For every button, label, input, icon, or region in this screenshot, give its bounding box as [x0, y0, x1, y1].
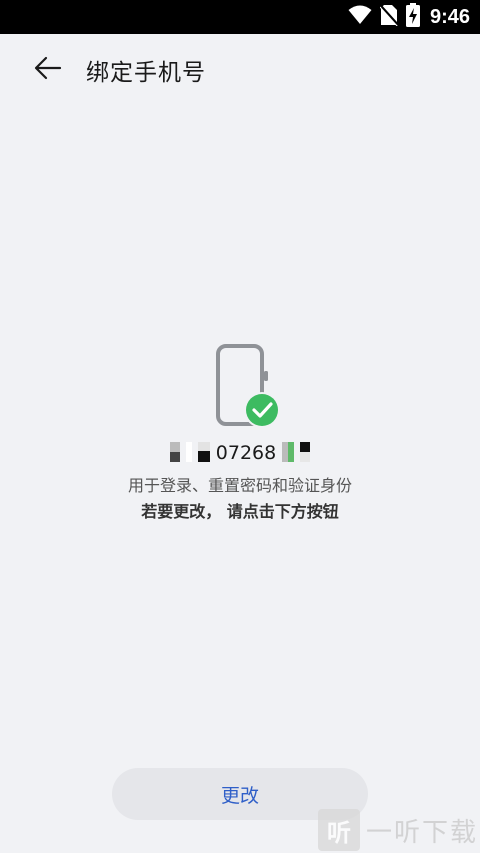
masked-digit	[197, 442, 210, 462]
status-bar: 9:46	[0, 0, 480, 34]
phone-digits: 07268	[215, 442, 277, 464]
status-icons: 9:46	[348, 3, 470, 31]
battery-charging-icon	[405, 3, 420, 31]
masked-digit	[185, 442, 192, 462]
back-button[interactable]	[28, 50, 68, 90]
masked-digit	[282, 442, 295, 462]
page-title: 绑定手机号	[86, 60, 206, 86]
app-bar: 绑定手机号	[0, 34, 480, 106]
change-hint-text: 若要更改， 请点击下方按钮	[141, 502, 339, 521]
masked-digit	[169, 442, 180, 462]
description-text: 用于登录、重置密码和验证身份	[127, 476, 352, 495]
watermark: 听 一听下载	[318, 808, 478, 852]
status-time: 9:46	[429, 5, 470, 28]
phone-number: 07268	[0, 442, 480, 464]
change-button-label: 更改	[220, 784, 259, 807]
watermark-text: 一听下载	[366, 817, 479, 848]
wifi-icon	[348, 5, 372, 29]
phone-check-icon	[214, 343, 284, 433]
no-sim-icon	[379, 4, 399, 30]
masked-digit	[300, 442, 311, 462]
watermark-badge: 听	[318, 809, 360, 851]
arrow-left-icon	[34, 56, 62, 84]
